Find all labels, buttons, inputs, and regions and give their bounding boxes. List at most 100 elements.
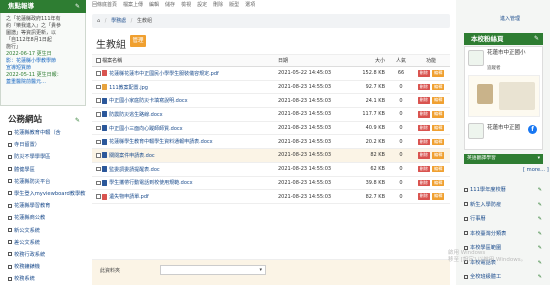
admin-login-link[interactable]: 進入管理 (500, 15, 520, 22)
edit-button[interactable]: 編輯 (432, 83, 445, 91)
toolbar-item[interactable]: 編輯 (149, 2, 159, 8)
breadcrumb-item-academic[interactable]: 學務處 (111, 18, 126, 24)
toolbar-item[interactable]: 設定 (197, 2, 207, 8)
public-link[interactable]: 防災不學學學區 (0, 151, 86, 163)
edit-button[interactable]: 編輯 (432, 193, 445, 200)
edit-button[interactable]: 編輯 (432, 124, 445, 132)
public-link[interactable]: 體健學區 (0, 164, 86, 176)
edit-button[interactable]: 編輯 (432, 152, 445, 159)
delete-button[interactable]: 刪除 (417, 83, 430, 91)
file-name-link[interactable]: 111教案配置.jpg (109, 85, 148, 91)
edit-button[interactable]: 編輯 (432, 179, 445, 187)
row-checkbox[interactable] (96, 166, 101, 172)
select-all-checkbox[interactable] (96, 58, 101, 63)
fanpage-follow[interactable]: 追蹤者 (487, 65, 501, 71)
right-link[interactable]: 111學年度校曆 ✎ (464, 184, 544, 197)
wrench-icon[interactable]: ✎ (538, 271, 542, 284)
news-line[interactable]: 影：花蓮縣小學教學節 (6, 58, 80, 65)
wrench-icon[interactable]: ✎ (538, 257, 542, 270)
file-name-link[interactable]: 遺失物申請單.pdf (109, 194, 149, 200)
wrench-icon[interactable]: ✎ (75, 114, 80, 127)
right-link[interactable]: 本校臺灣分類表 ✎ (464, 228, 544, 241)
wrench-icon[interactable]: ✎ (538, 199, 542, 212)
language-select[interactable]: 英語翻譯學習 ▾ (464, 154, 543, 164)
news-line[interactable]: 蓋重醫院前醫元… (6, 79, 80, 86)
public-link[interactable]: 寺日留置） (0, 139, 86, 151)
edit-button[interactable]: 編輯 (432, 70, 445, 77)
right-link[interactable]: 全校班級體工 ✎ (464, 271, 544, 284)
public-link[interactable]: 校務鐘錶機 (0, 261, 86, 273)
file-icon (102, 152, 108, 159)
facebook-icon[interactable]: f (528, 125, 537, 134)
header-name: 檔案名稱 (92, 54, 278, 67)
file-name-link[interactable]: 關閱案件申請表.doc (109, 153, 155, 159)
edit-button[interactable]: 編輯 (432, 138, 445, 146)
toolbar-item[interactable]: 回條底首頁 (92, 2, 117, 8)
file-name-link[interactable]: 花蓮縣學生教育中輟學生資料通報申請表.docx (109, 139, 213, 145)
toolbar-item[interactable]: 儲存 (165, 2, 175, 8)
wrench-icon[interactable]: ✎ (538, 242, 542, 255)
move-folder-select[interactable]: ▾ (160, 265, 266, 275)
row-checkbox[interactable] (96, 194, 101, 199)
home-icon[interactable]: ⌂ (97, 18, 100, 24)
toolbar-item[interactable]: 檢視 (181, 2, 191, 8)
row-checkbox[interactable] (96, 180, 101, 186)
file-name-link[interactable]: 監委調委請提醒表.doc (109, 167, 160, 173)
delete-button[interactable]: 刪除 (417, 70, 430, 77)
edit-button[interactable]: 編輯 (432, 165, 445, 173)
file-name-link[interactable]: 花蓮縣花蓮市中正國民小學學生服裝儀容規定.pdf (109, 71, 219, 77)
public-link[interactable]: 花蓮縣商公教 (0, 212, 86, 224)
delete-button[interactable]: 刪除 (417, 165, 430, 173)
delete-button[interactable]: 刪除 (417, 193, 430, 200)
file-name-link[interactable]: 學生攜帶行動電話到校使用規範.docx (109, 180, 193, 186)
cell-date: 2021-08-23 14:55:03 (278, 176, 358, 191)
row-checkbox[interactable] (96, 84, 101, 90)
public-link[interactable]: 花蓮縣學習教育 (0, 200, 86, 212)
cell-actions: 刪除 編輯 (412, 93, 450, 109)
file-name-link[interactable]: 中正國小家庭防災卡填寫說明.docx (109, 98, 188, 104)
edit-button[interactable]: 編輯 (432, 111, 445, 118)
public-link[interactable]: 花蓮縣教育中輟（含 (0, 127, 86, 139)
wrench-icon[interactable]: ✎ (75, 0, 80, 13)
delete-button[interactable]: 刪除 (417, 97, 430, 104)
delete-button[interactable]: 刪除 (417, 124, 430, 132)
public-link[interactable]: 校務行政系統 (0, 249, 86, 261)
delete-button[interactable]: 刪除 (417, 179, 430, 187)
row-checkbox[interactable] (96, 125, 101, 131)
file-name-link[interactable]: 中正國小三面向心蹤師師質.docx (109, 126, 183, 132)
right-link[interactable]: 新生入學防疫 ✎ (464, 199, 544, 212)
news-line[interactable]: 宣導短質節 (6, 65, 80, 72)
fanpage-name-secondary[interactable]: 花蓮市中正國 (487, 125, 525, 132)
public-link[interactable]: 新公文系統 (0, 225, 86, 237)
toolbar-item[interactable]: 刪除 (213, 2, 223, 8)
manage-button[interactable]: 管理 (130, 35, 146, 47)
toolbar-item[interactable]: 選項 (245, 2, 255, 8)
cell-name: 關閱案件申請表.doc (92, 148, 278, 163)
public-link[interactable]: 差公文系統 (0, 237, 86, 249)
row-checkbox[interactable] (96, 112, 101, 117)
toolbar-item[interactable]: 版型 (229, 2, 239, 8)
row-checkbox[interactable] (96, 98, 101, 103)
row-checkbox[interactable] (96, 71, 101, 76)
row-checkbox[interactable] (96, 139, 101, 145)
delete-button[interactable]: 刪除 (417, 138, 430, 146)
row-checkbox[interactable] (96, 153, 101, 158)
breadcrumb: ⌂ / 學務處 / 生教組 (92, 14, 450, 28)
delete-button[interactable]: 刪除 (417, 152, 430, 159)
public-link[interactable]: 校務系統 (0, 273, 86, 285)
toolbar-item[interactable]: 檔案上傳 (123, 2, 143, 8)
public-link[interactable]: 學生登入myviewboard教學教育 (0, 188, 86, 200)
fanpage-name[interactable]: 花蓮市中正國小 (487, 50, 541, 57)
file-name-link[interactable]: 防震防災逃生路線.docx (109, 112, 163, 118)
more-link[interactable]: [ more... ] (523, 167, 549, 173)
edit-button[interactable]: 編輯 (432, 97, 445, 104)
public-link[interactable]: 花蓮縣防災平台 (0, 176, 86, 188)
link-icon (8, 215, 12, 220)
right-link[interactable]: 行事曆 ✎ (464, 213, 544, 226)
wrench-icon[interactable]: ✎ (538, 184, 542, 197)
delete-button[interactable]: 刪除 (417, 111, 430, 118)
wrench-icon[interactable]: ✎ (538, 228, 542, 241)
wrench-icon[interactable]: ✎ (538, 213, 542, 226)
facebook-widget[interactable]: 花蓮市中正國小 追蹤者 花蓮市中正國 f (464, 46, 543, 150)
wrench-icon[interactable]: ✎ (534, 33, 539, 45)
